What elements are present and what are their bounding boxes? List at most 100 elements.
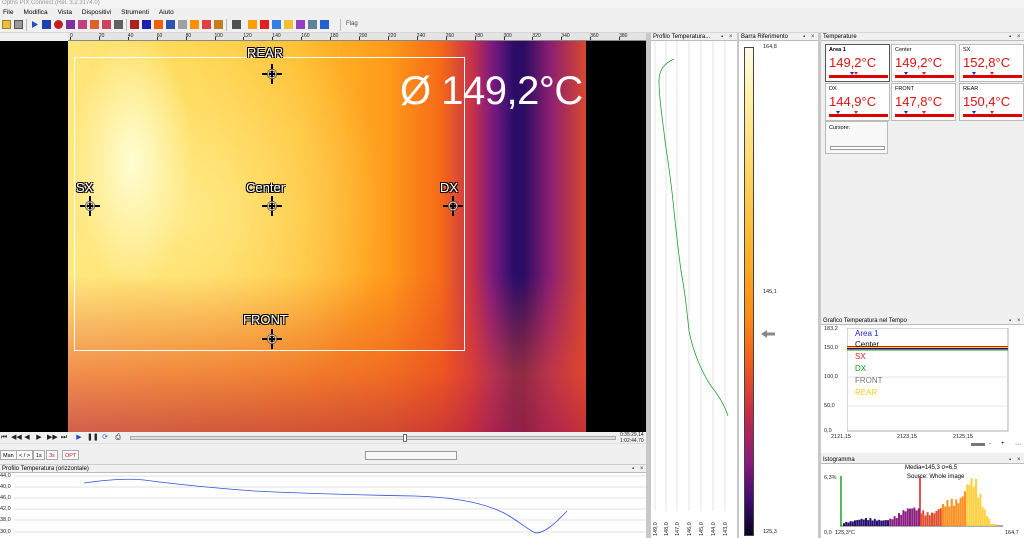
histogram-bar xyxy=(849,521,852,526)
hist-xlabel-right: 164,7 xyxy=(1005,530,1019,536)
play-button-icon[interactable]: ▶ xyxy=(75,434,83,442)
menu-file[interactable]: File xyxy=(0,8,18,16)
step-forward-icon[interactable]: ▶ xyxy=(35,434,43,442)
step-3s-chip[interactable]: 3s xyxy=(46,450,58,460)
menu-vista[interactable]: Vista xyxy=(55,8,77,16)
graph-close-icon[interactable]: × xyxy=(1017,317,1021,325)
temp-pin-icon[interactable]: ▪ xyxy=(1009,33,1011,41)
opt-chip[interactable]: OPT xyxy=(62,450,80,460)
open-folder-icon[interactable] xyxy=(2,20,11,29)
hist-close-icon[interactable]: × xyxy=(1017,456,1021,464)
alarm-icon[interactable] xyxy=(260,20,269,29)
temp-box-value: 147,8°C xyxy=(895,94,943,109)
hprof-ylabel-4: 38,0 xyxy=(0,517,11,523)
tools-icon[interactable] xyxy=(232,20,241,29)
temp-box-area1[interactable]: Area 1 149,2°C xyxy=(825,44,890,82)
marker-crosshair-dx[interactable] xyxy=(443,196,463,216)
scale-pointer-icon[interactable] xyxy=(761,330,775,338)
flag-button[interactable]: Flag xyxy=(346,21,358,27)
hist-pin-icon[interactable]: ▪ xyxy=(1009,456,1011,464)
temp-box-rear[interactable]: REAR 150,4°C xyxy=(959,83,1024,121)
settings-icon[interactable] xyxy=(308,20,317,29)
manual-chip[interactable]: Man xyxy=(0,450,17,460)
range-chip[interactable]: < / > xyxy=(16,450,34,460)
rbar-pin-icon[interactable]: ▪ xyxy=(803,33,805,41)
temp-box-sx[interactable]: SX 152,8°C xyxy=(959,44,1024,82)
record-icon[interactable] xyxy=(54,20,63,29)
fast-rewind-icon[interactable]: ◀◀ xyxy=(11,434,22,442)
marker-label-sx: SX xyxy=(76,180,94,195)
vprof-close-icon[interactable]: × xyxy=(729,33,733,41)
histogram-bar xyxy=(942,504,944,526)
reference-bar-title: Barra Riferimento xyxy=(741,34,789,40)
pin-icon[interactable]: ▪ xyxy=(632,465,634,473)
step-back-icon[interactable]: ◀ xyxy=(23,434,31,442)
temp-close-icon[interactable]: × xyxy=(1017,33,1021,41)
vprof-pin-icon[interactable]: ▪ xyxy=(721,33,723,41)
zoom-in-icon[interactable]: + xyxy=(1001,441,1005,447)
histogram-bar xyxy=(988,518,991,526)
coldspot-icon[interactable] xyxy=(142,20,151,29)
histogram-bar xyxy=(937,509,940,526)
thermal-image-view[interactable]: Ø 149,2°C REAR Center SX DX FRONT xyxy=(0,41,646,432)
gradient-icon[interactable] xyxy=(202,20,211,29)
first-frame-icon[interactable]: ⏮ xyxy=(0,434,8,442)
temp-box-center[interactable]: Center 149,2°C xyxy=(891,44,956,82)
stop-icon[interactable] xyxy=(42,20,51,29)
playback-slider-thumb[interactable] xyxy=(403,434,407,442)
loop-icon[interactable]: ⟳ xyxy=(101,434,109,442)
graph-pin-icon[interactable]: ▪ xyxy=(1009,317,1011,325)
zoom-icon[interactable] xyxy=(178,20,187,29)
histogram-plot xyxy=(840,476,1003,527)
marker-crosshair-sx[interactable] xyxy=(80,196,100,216)
close-icon[interactable]: × xyxy=(640,465,644,473)
scale-icon[interactable] xyxy=(190,20,199,29)
grid-icon[interactable] xyxy=(166,20,175,29)
marker-crosshair-front[interactable] xyxy=(262,329,282,349)
step-1s-chip[interactable]: 1s xyxy=(33,450,45,460)
playback-slider[interactable] xyxy=(130,434,616,442)
marker-crosshair-center[interactable] xyxy=(262,196,282,216)
histogram-bar xyxy=(878,519,881,526)
layout-icon[interactable] xyxy=(114,20,123,29)
menu-aiuto[interactable]: Aiuto xyxy=(156,8,179,16)
menu-dispositivi[interactable]: Dispositivi xyxy=(79,8,116,16)
zoom-out-icon[interactable]: - xyxy=(989,441,991,447)
snapshot-icon[interactable] xyxy=(78,20,87,29)
measure-icon[interactable] xyxy=(154,20,163,29)
temperature-panel-title: Temperature xyxy=(823,34,857,40)
play-icon[interactable] xyxy=(30,20,39,29)
pause-button-icon[interactable]: ❚❚ xyxy=(87,434,99,442)
rbar-close-icon[interactable]: × xyxy=(811,33,815,41)
histogram-bar xyxy=(922,510,925,526)
marker-crosshair-rear[interactable] xyxy=(262,64,282,84)
folder-icon[interactable] xyxy=(284,20,293,29)
fast-forward-icon[interactable]: ▶▶ xyxy=(47,434,58,442)
export-icon[interactable]: ⎙ xyxy=(114,434,122,442)
temp-box-value: 149,2°C xyxy=(829,55,877,70)
window-icon[interactable] xyxy=(296,20,305,29)
scale-max-label: 164,8 xyxy=(763,44,777,50)
ruler-tick-mark xyxy=(272,37,274,40)
bars-icon[interactable] xyxy=(214,20,223,29)
ruler-tick-mark xyxy=(243,37,245,40)
vprof-xlabel-2: 147,0 xyxy=(675,522,681,536)
menu-strumenti[interactable]: Strumenti xyxy=(118,8,154,16)
graph-menu-icon[interactable]: ⋯ xyxy=(1015,441,1021,448)
cursor-box[interactable]: Cursore: xyxy=(825,121,888,154)
temp-box-dx[interactable]: DX 144,9°C xyxy=(825,83,890,121)
temp-box-front[interactable]: FRONT 147,8°C xyxy=(891,83,956,121)
hotspot-icon[interactable] xyxy=(130,20,139,29)
area-icon[interactable] xyxy=(102,20,111,29)
toolbar: Flag xyxy=(0,17,1024,33)
camera-icon[interactable] xyxy=(14,20,23,29)
menu-modifica[interactable]: Modifica xyxy=(20,8,52,16)
info-icon[interactable] xyxy=(272,20,281,29)
palette-icon[interactable] xyxy=(90,20,99,29)
graph-scrollbar[interactable] xyxy=(971,443,985,446)
temp-scale-icon[interactable] xyxy=(248,20,257,29)
video-icon[interactable] xyxy=(66,20,75,29)
last-frame-icon[interactable]: ⏭ xyxy=(60,434,68,442)
speed-control[interactable] xyxy=(365,451,457,460)
help-icon[interactable] xyxy=(320,20,329,29)
